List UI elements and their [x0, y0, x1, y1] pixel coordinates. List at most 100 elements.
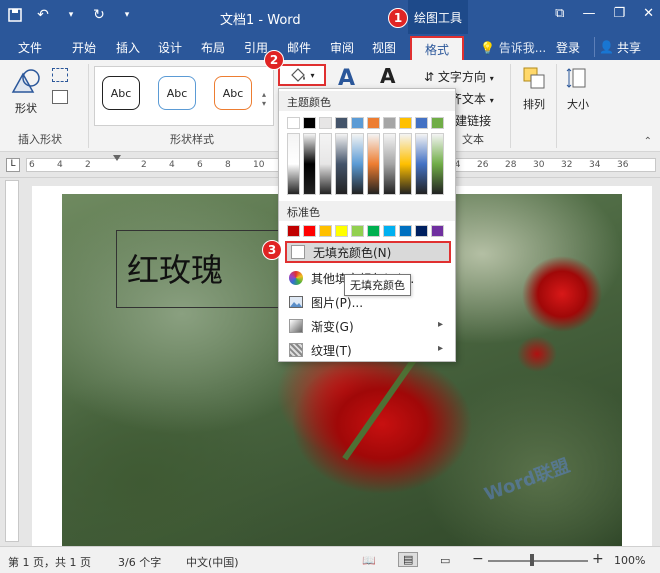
tab-selector[interactable]: L [6, 158, 20, 172]
theme-color-shades[interactable] [351, 133, 364, 195]
tab-format[interactable]: 格式 [410, 36, 464, 60]
standard-color-swatch[interactable] [383, 225, 396, 237]
redo-icon[interactable]: ↻ [90, 6, 108, 24]
theme-color-swatch[interactable] [415, 117, 428, 129]
login-link[interactable]: 登录 [556, 39, 580, 56]
standard-color-swatch[interactable] [335, 225, 348, 237]
close-icon[interactable]: ✕ [643, 6, 654, 21]
tab-home[interactable]: 开始 [72, 39, 96, 56]
no-fill-icon [291, 245, 305, 259]
text-direction-button[interactable]: ⇵ 文字方向 ▾ [424, 68, 494, 85]
theme-color-shades[interactable] [399, 133, 412, 195]
save-icon[interactable] [6, 6, 24, 24]
person-icon: 👤 [599, 40, 614, 54]
collapse-ribbon-icon[interactable]: ⌃ [644, 136, 652, 147]
shapes-label: 形状 [15, 102, 37, 115]
ribbon-display-icon[interactable]: ⧉ [555, 6, 564, 21]
minimize-icon[interactable]: — [582, 6, 595, 21]
tab-references[interactable]: 引用 [244, 39, 268, 56]
theme-color-shades[interactable] [383, 133, 396, 195]
page-count[interactable]: 第 1 页，共 1 页 [8, 554, 91, 570]
gradient-fill-item[interactable]: 渐变(G) ▸ [285, 315, 451, 337]
text-box-content[interactable]: 红玫瑰 [127, 245, 223, 291]
shapes-icon [11, 69, 40, 93]
theme-color-swatch[interactable] [335, 117, 348, 129]
theme-color-swatch[interactable] [367, 117, 380, 129]
tab-design[interactable]: 设计 [158, 39, 182, 56]
zoom-level[interactable]: 100% [614, 554, 645, 567]
theme-color-swatch[interactable] [431, 117, 444, 129]
theme-color-swatch[interactable] [399, 117, 412, 129]
theme-color-swatch[interactable] [319, 117, 332, 129]
ruler-tick: 34 [589, 160, 601, 170]
web-layout-icon[interactable]: ▭ [440, 554, 450, 567]
theme-color-shades[interactable] [319, 133, 332, 195]
ruler-tick: 30 [533, 160, 545, 170]
arrange-button[interactable]: 排列 [518, 66, 550, 122]
standard-color-swatch[interactable] [367, 225, 380, 237]
edit-shape-icon[interactable] [52, 68, 68, 82]
shape-style-orange[interactable]: Abc [214, 76, 252, 110]
tab-mailings[interactable]: 邮件 [287, 39, 311, 56]
tab-file[interactable]: 文件 [18, 39, 42, 56]
text-outline-icon[interactable]: A [380, 64, 395, 88]
print-layout-icon[interactable]: ▤ [398, 552, 419, 567]
theme-color-shades[interactable] [367, 133, 380, 195]
text-box[interactable]: 红玫瑰 [116, 230, 288, 308]
chevron-down-icon: ▾ [310, 70, 315, 80]
zoom-slider[interactable] [488, 560, 588, 562]
tab-view[interactable]: 视图 [372, 39, 396, 56]
step-marker-3: 3 [262, 240, 282, 260]
theme-color-swatch[interactable] [303, 117, 316, 129]
word-count[interactable]: 3/6 个字 [118, 554, 161, 570]
theme-color-swatch[interactable] [351, 117, 364, 129]
standard-color-swatch[interactable] [431, 225, 444, 237]
read-mode-icon[interactable]: 📖 [362, 554, 376, 567]
theme-color-shades[interactable] [287, 133, 300, 195]
texture-icon [289, 343, 303, 357]
arrange-label: 排列 [523, 98, 545, 111]
zoom-in-icon[interactable]: + [592, 551, 604, 567]
standard-color-swatch[interactable] [415, 225, 428, 237]
chevron-down-icon: ▾ [489, 96, 494, 105]
standard-color-swatch[interactable] [303, 225, 316, 237]
size-label: 大小 [567, 98, 589, 111]
share-label: 共享 [616, 40, 641, 55]
tab-insert[interactable]: 插入 [116, 39, 140, 56]
theme-color-swatch[interactable] [383, 117, 396, 129]
ruler-tick: 4 [169, 160, 175, 170]
restore-icon[interactable]: ❐ [613, 6, 625, 21]
no-fill-tooltip: 无填充颜色 [344, 274, 411, 296]
tell-me-search[interactable]: 💡 告诉我... [480, 39, 546, 56]
shapes-button[interactable]: 形状 [8, 66, 44, 126]
indent-marker[interactable] [113, 155, 121, 161]
texture-fill-item[interactable]: 纹理(T) ▸ [285, 339, 451, 361]
undo-icon[interactable]: ↶ [34, 6, 52, 24]
standard-color-swatch[interactable] [399, 225, 412, 237]
gallery-scroll[interactable]: ▴ ▾ [262, 90, 272, 120]
language-indicator[interactable]: 中文(中国) [186, 554, 239, 570]
theme-color-shades[interactable] [431, 133, 444, 195]
customize-icon[interactable]: ▾ [118, 6, 136, 24]
ruler-tick: 2 [141, 160, 147, 170]
zoom-slider-thumb[interactable] [530, 554, 534, 566]
shape-style-blue[interactable]: Abc [158, 76, 196, 110]
theme-color-shades[interactable] [415, 133, 428, 195]
tab-layout[interactable]: 布局 [201, 39, 225, 56]
standard-color-swatch[interactable] [351, 225, 364, 237]
customize-icon[interactable]: ▾ [62, 6, 80, 24]
shape-fill-button[interactable]: ▾ [278, 64, 326, 86]
theme-color-shades[interactable] [303, 133, 316, 195]
text-box-icon[interactable] [52, 90, 68, 104]
theme-color-swatch[interactable] [287, 117, 300, 129]
share-button[interactable]: 👤 共享 [594, 37, 652, 57]
shape-style-black[interactable]: Abc [102, 76, 140, 110]
size-button[interactable]: 大小 [562, 66, 594, 122]
tab-review[interactable]: 审阅 [330, 39, 354, 56]
zoom-out-icon[interactable]: − [472, 551, 484, 567]
theme-color-shades[interactable] [335, 133, 348, 195]
vertical-ruler-track[interactable] [5, 180, 19, 542]
standard-color-swatch[interactable] [319, 225, 332, 237]
standard-color-swatch[interactable] [287, 225, 300, 237]
no-fill-item[interactable]: 无填充颜色(N) [285, 241, 451, 263]
